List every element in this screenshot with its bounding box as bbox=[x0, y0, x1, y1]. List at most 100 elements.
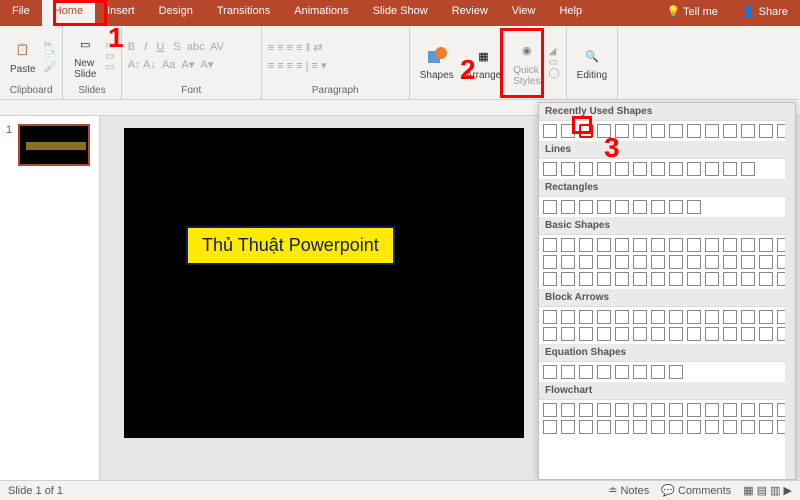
shape-item[interactable] bbox=[615, 272, 629, 286]
shape-item[interactable] bbox=[561, 327, 575, 341]
shape-item[interactable] bbox=[615, 327, 629, 341]
shape-item[interactable] bbox=[687, 255, 701, 269]
shape-item[interactable] bbox=[759, 420, 773, 434]
shape-item[interactable] bbox=[597, 255, 611, 269]
list-row[interactable]: ≡ ≡ ≡ ≡ ‖ ⇄ bbox=[268, 41, 327, 54]
shape-item[interactable] bbox=[579, 420, 593, 434]
shape-item[interactable] bbox=[597, 327, 611, 341]
shape-item[interactable] bbox=[723, 327, 737, 341]
shape-item[interactable] bbox=[651, 310, 665, 324]
shape-item[interactable] bbox=[543, 162, 557, 176]
notes-button[interactable]: ≐ Notes bbox=[608, 484, 649, 497]
shape-item[interactable] bbox=[705, 255, 719, 269]
shape-item[interactable] bbox=[597, 272, 611, 286]
shape-item[interactable] bbox=[543, 403, 557, 417]
tab-slideshow[interactable]: Slide Show bbox=[361, 0, 440, 26]
shape-item[interactable] bbox=[561, 310, 575, 324]
shape-item[interactable] bbox=[741, 310, 755, 324]
shape-item[interactable] bbox=[633, 327, 647, 341]
shape-item[interactable] bbox=[579, 272, 593, 286]
shape-item[interactable] bbox=[651, 327, 665, 341]
shape-item[interactable] bbox=[741, 162, 755, 176]
shape-item[interactable] bbox=[669, 365, 683, 379]
shape-item[interactable] bbox=[597, 420, 611, 434]
shape-item[interactable] bbox=[759, 310, 773, 324]
shape-item[interactable] bbox=[633, 403, 647, 417]
tab-view[interactable]: View bbox=[500, 0, 548, 26]
new-slide-button[interactable]: ▭ New Slide bbox=[69, 30, 101, 82]
shape-item[interactable] bbox=[543, 238, 557, 252]
shape-item[interactable] bbox=[543, 255, 557, 269]
shape-item[interactable] bbox=[615, 255, 629, 269]
shape-item[interactable] bbox=[651, 200, 665, 214]
shape-item[interactable] bbox=[741, 124, 755, 138]
shape-item[interactable] bbox=[579, 310, 593, 324]
shape-item[interactable] bbox=[579, 255, 593, 269]
tell-me[interactable]: 💡 Tell me bbox=[654, 0, 729, 26]
shape-item[interactable] bbox=[597, 200, 611, 214]
shape-item[interactable] bbox=[633, 310, 647, 324]
shape-item[interactable] bbox=[597, 403, 611, 417]
shape-item[interactable] bbox=[633, 124, 647, 138]
shape-item[interactable] bbox=[705, 238, 719, 252]
shape-item[interactable] bbox=[759, 272, 773, 286]
shape-style-tools[interactable]: ◢▭◯ bbox=[548, 46, 559, 79]
slide-thumbnail-1[interactable] bbox=[18, 124, 90, 166]
shape-item[interactable] bbox=[561, 272, 575, 286]
shape-item[interactable] bbox=[543, 124, 557, 138]
shape-item[interactable] bbox=[669, 238, 683, 252]
shape-item[interactable] bbox=[687, 310, 701, 324]
shape-item[interactable] bbox=[651, 272, 665, 286]
shape-item[interactable] bbox=[687, 162, 701, 176]
shape-item[interactable] bbox=[759, 238, 773, 252]
shape-item[interactable] bbox=[741, 272, 755, 286]
shape-item[interactable] bbox=[723, 124, 737, 138]
shape-item[interactable] bbox=[543, 310, 557, 324]
shape-item[interactable] bbox=[669, 420, 683, 434]
shape-item[interactable] bbox=[723, 255, 737, 269]
tab-design[interactable]: Design bbox=[147, 0, 205, 26]
shape-item[interactable] bbox=[687, 420, 701, 434]
shape-item[interactable] bbox=[633, 238, 647, 252]
tab-file[interactable]: File bbox=[0, 0, 42, 26]
tab-animations[interactable]: Animations bbox=[282, 0, 360, 26]
shape-item[interactable] bbox=[741, 327, 755, 341]
tab-help[interactable]: Help bbox=[547, 0, 594, 26]
shape-item[interactable] bbox=[633, 162, 647, 176]
shape-item[interactable] bbox=[651, 403, 665, 417]
shape-item[interactable] bbox=[579, 365, 593, 379]
shape-item[interactable] bbox=[705, 327, 719, 341]
shape-item[interactable] bbox=[615, 200, 629, 214]
shape-item[interactable] bbox=[705, 124, 719, 138]
shape-item[interactable] bbox=[759, 403, 773, 417]
tab-transitions[interactable]: Transitions bbox=[205, 0, 282, 26]
shape-item[interactable] bbox=[543, 272, 557, 286]
slide-1[interactable] bbox=[124, 128, 524, 438]
view-buttons[interactable]: ▦ ▤ ▥ ▶ bbox=[743, 484, 792, 497]
shape-item[interactable] bbox=[633, 420, 647, 434]
shape-item[interactable] bbox=[741, 403, 755, 417]
shape-item[interactable] bbox=[669, 272, 683, 286]
shape-item[interactable] bbox=[723, 420, 737, 434]
shape-item[interactable] bbox=[561, 238, 575, 252]
shape-item[interactable] bbox=[669, 403, 683, 417]
shape-item[interactable] bbox=[651, 255, 665, 269]
shape-item[interactable] bbox=[561, 200, 575, 214]
shape-item[interactable] bbox=[615, 310, 629, 324]
font-style-row[interactable]: B I U S abc AV bbox=[128, 41, 224, 53]
shape-item[interactable] bbox=[579, 162, 593, 176]
shape-item[interactable] bbox=[759, 327, 773, 341]
shape-item[interactable] bbox=[687, 124, 701, 138]
shape-item[interactable] bbox=[561, 420, 575, 434]
shape-item[interactable] bbox=[543, 327, 557, 341]
shape-item[interactable] bbox=[723, 310, 737, 324]
shape-item[interactable] bbox=[687, 238, 701, 252]
shape-item[interactable] bbox=[543, 200, 557, 214]
shape-item[interactable] bbox=[615, 238, 629, 252]
shape-item[interactable] bbox=[705, 403, 719, 417]
shape-item[interactable] bbox=[543, 365, 557, 379]
shape-item[interactable] bbox=[687, 327, 701, 341]
editing-button[interactable]: 🔍 Editing bbox=[573, 42, 612, 83]
shape-item[interactable] bbox=[669, 255, 683, 269]
shape-item[interactable] bbox=[597, 162, 611, 176]
